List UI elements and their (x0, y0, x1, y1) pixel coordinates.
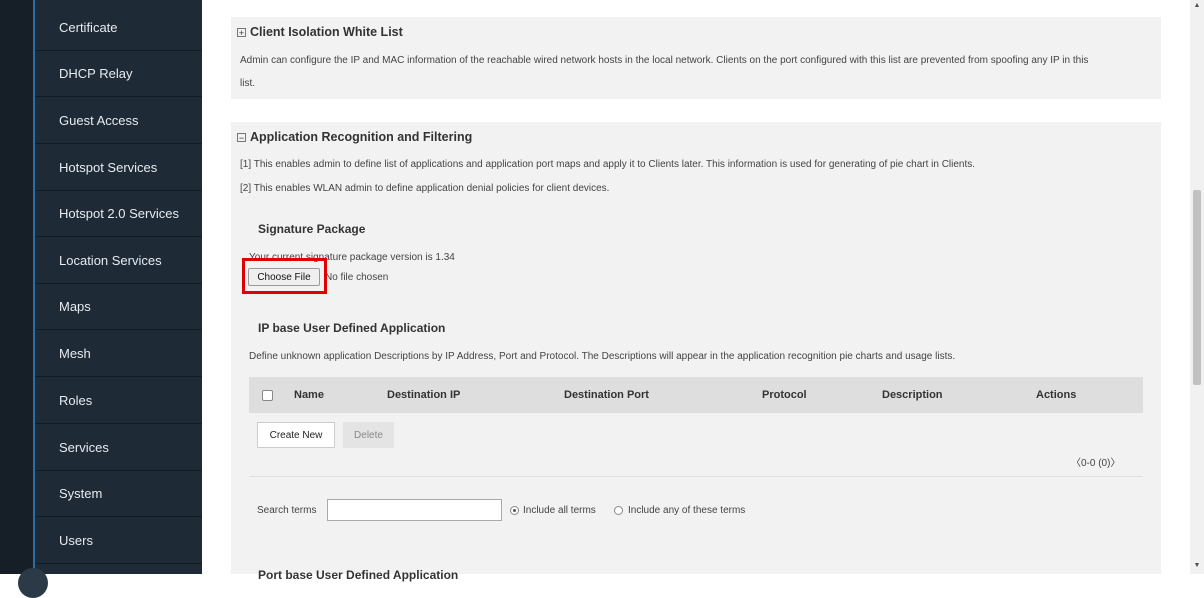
create-new-button[interactable]: Create New (257, 422, 335, 448)
app-recognition-title: Application Recognition and Filtering (250, 130, 473, 144)
ip-app-description: Define unknown application Descriptions … (249, 351, 956, 362)
search-terms-label: Search terms (257, 505, 317, 516)
sidebar-item-maps[interactable]: Maps (35, 285, 202, 330)
column-actions: Actions (1036, 389, 1077, 401)
sidebar-item-services[interactable]: Services (35, 426, 202, 471)
highlight-box (242, 258, 327, 294)
scroll-down-icon[interactable]: ▼ (1190, 560, 1204, 572)
column-name[interactable]: Name (294, 377, 324, 413)
next-page-icon[interactable]: 〉 (1110, 458, 1120, 469)
sidebar-item-dhcp-relay[interactable]: DHCP Relay (35, 52, 202, 97)
section-separator (249, 476, 1143, 477)
sidebar-item-certificate[interactable]: Certificate (35, 6, 202, 51)
app-recognition-note-2: [2] This enables WLAN admin to define ap… (240, 183, 610, 194)
signature-package-title: Signature Package (258, 222, 366, 236)
search-terms-input[interactable] (327, 499, 502, 521)
app-recognition-header[interactable]: − Application Recognition and Filtering (237, 130, 472, 144)
sidebar: Certificate DHCP Relay Guest Access Hots… (0, 0, 202, 598)
include-all-label: Include all terms (523, 505, 596, 516)
sidebar-bottom-icon (18, 568, 48, 598)
sidebar-edge (0, 0, 33, 574)
include-any-radio[interactable] (614, 506, 623, 515)
column-destination-port[interactable]: Destination Port (564, 377, 649, 413)
client-isolation-title: Client Isolation White List (250, 25, 403, 39)
column-protocol[interactable]: Protocol (762, 377, 807, 413)
app-recognition-note-1: [1] This enables admin to define list of… (240, 159, 976, 170)
column-destination-ip[interactable]: Destination IP (387, 377, 460, 413)
collapse-icon[interactable]: − (237, 133, 246, 143)
sidebar-item-system[interactable]: System (35, 472, 202, 517)
ip-app-table-header: Name Destination IP Destination Port Pro… (249, 377, 1143, 413)
include-all-radio[interactable] (510, 506, 519, 515)
pagination-text: 0-0 (0) (1081, 458, 1111, 469)
include-any-label: Include any of these terms (628, 505, 746, 516)
scroll-thumb[interactable] (1193, 190, 1201, 385)
delete-button[interactable]: Delete (343, 422, 394, 448)
client-isolation-description-line2: list. (240, 78, 255, 89)
prev-page-icon[interactable]: 〈 (1071, 458, 1081, 469)
sidebar-item-hotspot-services[interactable]: Hotspot Services (35, 146, 202, 191)
sidebar-item-mesh[interactable]: Mesh (35, 332, 202, 377)
pagination: 〈0-0 (0)〉 (1071, 454, 1120, 469)
ip-app-title: IP base User Defined Application (258, 321, 446, 335)
client-isolation-header[interactable]: + Client Isolation White List (237, 25, 403, 39)
scroll-up-icon[interactable]: ▲ (1190, 0, 1204, 12)
sidebar-item-users[interactable]: Users (35, 519, 202, 564)
port-app-title: Port base User Defined Application (258, 568, 459, 582)
client-isolation-description-line1: Admin can configure the IP and MAC infor… (240, 55, 1089, 66)
expand-icon[interactable]: + (237, 28, 246, 38)
sidebar-item-roles[interactable]: Roles (35, 379, 202, 424)
vertical-scrollbar[interactable]: ▲ ▼ (1190, 0, 1204, 574)
sidebar-item-guest-access[interactable]: Guest Access (35, 99, 202, 144)
sidebar-item-hotspot-20-services[interactable]: Hotspot 2.0 Services (35, 192, 202, 237)
column-description[interactable]: Description (882, 377, 943, 413)
no-file-chosen-text: No file chosen (325, 272, 389, 283)
select-all-checkbox[interactable] (262, 390, 273, 401)
sidebar-item-location-services[interactable]: Location Services (35, 239, 202, 284)
